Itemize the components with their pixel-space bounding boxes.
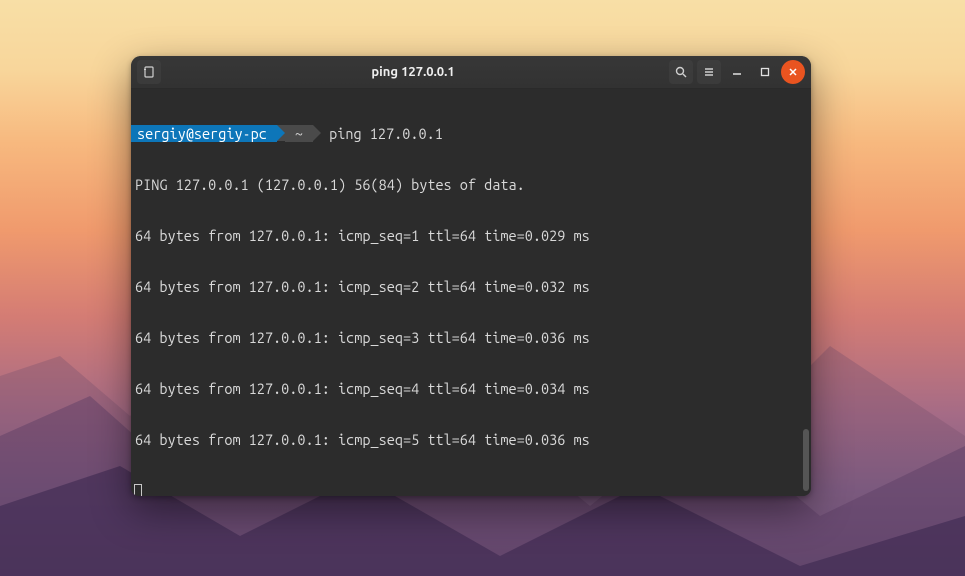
- close-button[interactable]: [781, 60, 805, 84]
- menu-button[interactable]: [697, 60, 721, 84]
- maximize-button[interactable]: [753, 60, 777, 84]
- output-line: 64 bytes from 127.0.0.1: icmp_seq=1 ttl=…: [131, 227, 811, 244]
- powerline-separator-icon: [313, 125, 321, 141]
- search-button[interactable]: [669, 60, 693, 84]
- output-line: 64 bytes from 127.0.0.1: icmp_seq=3 ttl=…: [131, 329, 811, 346]
- output-line: 64 bytes from 127.0.0.1: icmp_seq=4 ttl=…: [131, 380, 811, 397]
- output-line: 64 bytes from 127.0.0.1: icmp_seq=5 ttl=…: [131, 431, 811, 448]
- output-line: 64 bytes from 127.0.0.1: icmp_seq=2 ttl=…: [131, 278, 811, 295]
- powerline-separator-icon: [277, 125, 285, 141]
- new-tab-button[interactable]: [137, 60, 161, 84]
- prompt-user-host: sergiy@sergiy-pc: [131, 125, 277, 142]
- titlebar[interactable]: ping 127.0.0.1: [131, 56, 811, 89]
- prompt-line: sergiy@sergiy-pc ~ ping 127.0.0.1: [131, 125, 811, 142]
- output-header: PING 127.0.0.1 (127.0.0.1) 56(84) bytes …: [131, 176, 811, 193]
- command-text: ping 127.0.0.1: [329, 125, 443, 142]
- terminal-window: ping 127.0.0.1 sergiy@se: [131, 56, 811, 496]
- window-title: ping 127.0.0.1: [161, 65, 665, 79]
- cursor: [131, 482, 811, 496]
- desktop-wallpaper: ping 127.0.0.1 sergiy@se: [0, 0, 965, 576]
- terminal-viewport[interactable]: sergiy@sergiy-pc ~ ping 127.0.0.1 PING 12…: [131, 89, 811, 496]
- scrollbar-thumb[interactable]: [803, 429, 809, 491]
- minimize-button[interactable]: [725, 60, 749, 84]
- prompt-path: ~: [285, 125, 313, 142]
